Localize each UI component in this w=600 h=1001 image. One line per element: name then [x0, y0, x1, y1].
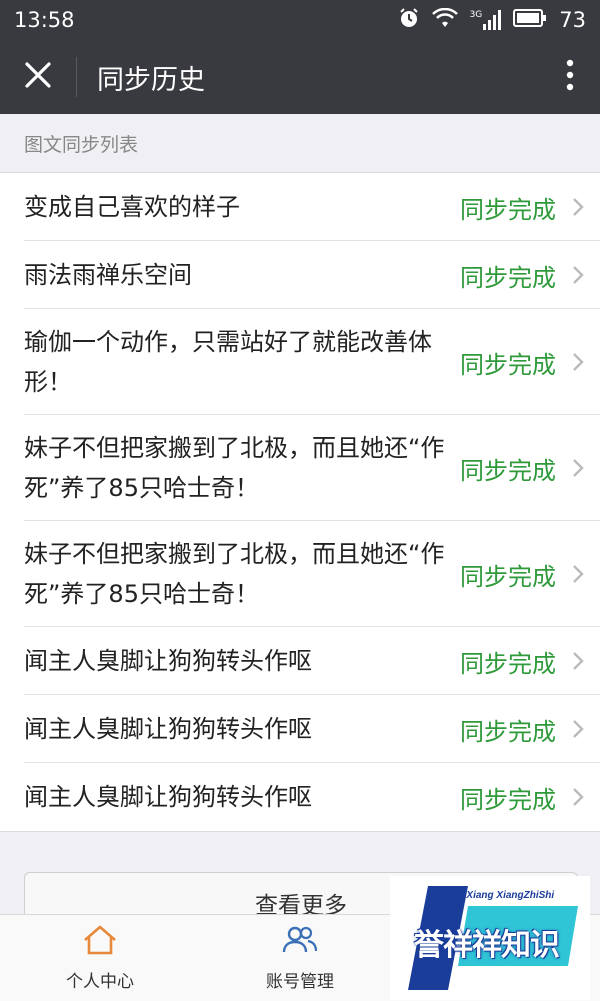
list-item-title: 雨法雨禅乐空间 [24, 261, 192, 289]
close-button[interactable] [0, 40, 76, 114]
list-item-status: 同步完成 [460, 350, 556, 379]
list-item-title: 变成自己喜欢的样子 [24, 193, 240, 221]
watermark-small-text: YuXiang XiangZhiShi [454, 890, 555, 901]
more-vertical-icon [566, 59, 574, 95]
title-divider [76, 57, 77, 97]
alarm-icon [398, 7, 420, 34]
status-bar: 13:58 3G 73 [0, 0, 600, 40]
list-item-title: 妹子不但把家搬到了北极，而且她还“作死”养了85只哈士奇！ [24, 434, 445, 502]
list-item[interactable]: 雨法雨禅乐空间 同步完成 [0, 241, 600, 309]
title-bar: 同步历史 [0, 40, 600, 114]
list-item-status: 同步完成 [460, 717, 556, 746]
list-item-status: 同步完成 [460, 562, 556, 591]
users-icon [281, 924, 319, 961]
list-item[interactable]: 变成自己喜欢的样子 同步完成 [0, 173, 600, 241]
watermark-logo: YuXiang XiangZhiShi 誉祥祥知识 [390, 876, 590, 1000]
home-icon [82, 924, 118, 961]
tab-personal-center[interactable]: 个人中心 [0, 915, 200, 1001]
list-item-title: 闻主人臭脚让狗狗转头作呕 [24, 783, 312, 811]
chevron-right-icon [556, 719, 600, 739]
chevron-right-icon [556, 564, 600, 584]
list-item[interactable]: 闻主人臭脚让狗狗转头作呕 同步完成 [0, 695, 600, 763]
tab-label: 账号管理 [266, 972, 334, 992]
tab-label: 个人中心 [66, 972, 134, 992]
battery-level: 73 [559, 8, 586, 32]
list-item[interactable]: 妹子不但把家搬到了北极，而且她还“作死”养了85只哈士奇！ 同步完成 [0, 415, 600, 521]
signal-icon: 3G [470, 10, 502, 30]
status-icons: 3G 73 [398, 7, 586, 34]
list-item-status: 同步完成 [460, 785, 556, 814]
chevron-right-icon [556, 197, 600, 217]
list-item[interactable]: 闻主人臭脚让狗狗转头作呕 同步完成 [0, 627, 600, 695]
wifi-icon [431, 7, 458, 33]
list-item-status: 同步完成 [460, 195, 556, 224]
list-item[interactable]: 瑜伽一个动作，只需站好了就能改善体形！ 同步完成 [0, 309, 600, 415]
network-type: 3G [469, 10, 483, 20]
chevron-right-icon [556, 787, 600, 807]
list-item-title: 瑜伽一个动作，只需站好了就能改善体形！ [24, 328, 432, 396]
list-item-title: 闻主人臭脚让狗狗转头作呕 [24, 647, 312, 675]
list-item[interactable]: 妹子不但把家搬到了北极，而且她还“作死”养了85只哈士奇！ 同步完成 [0, 521, 600, 627]
chevron-right-icon [556, 458, 600, 478]
section-label: 图文同步列表 [24, 133, 139, 156]
tab-account-management[interactable]: 账号管理 [200, 915, 400, 1001]
status-time: 13:58 [14, 8, 75, 32]
list-item-title: 闻主人臭脚让狗狗转头作呕 [24, 715, 312, 743]
list-item-status: 同步完成 [460, 456, 556, 485]
chevron-right-icon [556, 265, 600, 285]
watermark-text: 誉祥祥知识 [414, 928, 560, 963]
sync-list: 变成自己喜欢的样子 同步完成 雨法雨禅乐空间 同步完成 瑜伽一个动作，只需站好了… [0, 172, 600, 832]
list-item-title: 妹子不但把家搬到了北极，而且她还“作死”养了85只哈士奇！ [24, 540, 445, 608]
more-button[interactable] [540, 40, 600, 114]
close-icon [25, 62, 51, 92]
list-item-status: 同步完成 [460, 649, 556, 678]
chevron-right-icon [556, 352, 600, 372]
battery-icon [513, 8, 547, 32]
list-item-status: 同步完成 [460, 263, 556, 292]
chevron-right-icon [556, 651, 600, 671]
page-title: 同步历史 [97, 64, 205, 96]
list-item[interactable]: 闻主人臭脚让狗狗转头作呕 同步完成 [0, 763, 600, 831]
